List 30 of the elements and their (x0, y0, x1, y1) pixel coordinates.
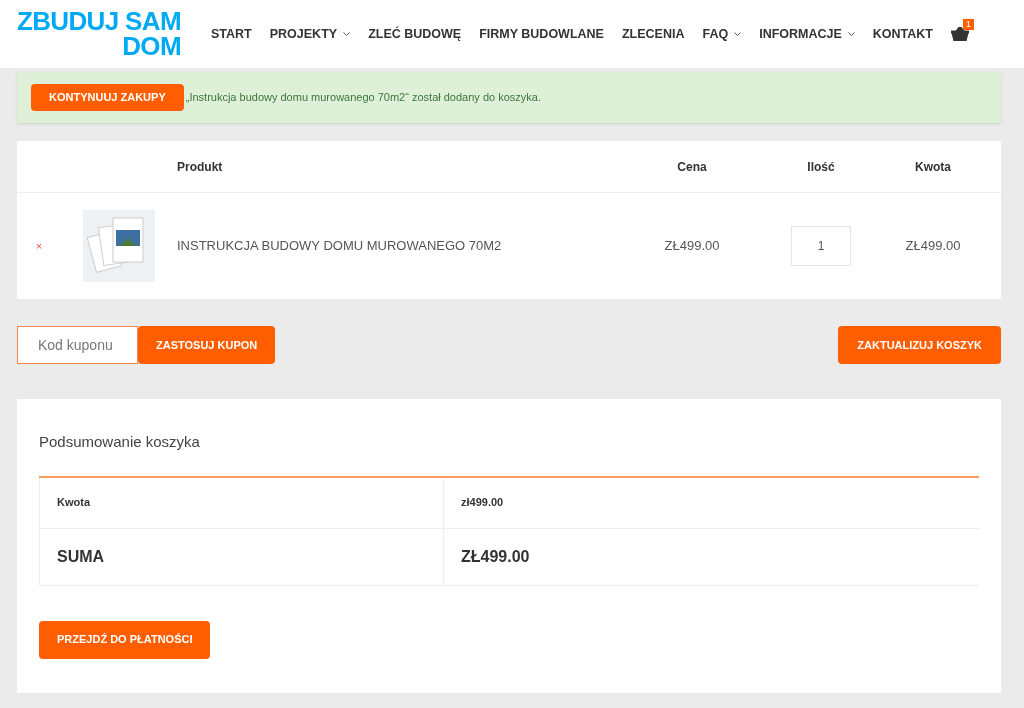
column-header: Ilość (806, 158, 836, 176)
chevron-down-icon (847, 31, 855, 37)
product-name[interactable]: INSTRUKCJA BUDOWY DOMU MUROWANEGO 70M2 (177, 236, 607, 256)
chevron-down-icon (343, 31, 351, 37)
nav-link[interactable]: ZLECENIA (621, 24, 685, 44)
totals-value: zł499.00 (460, 495, 505, 511)
totals-value: ZŁ499.00 (460, 546, 531, 567)
coupon-code-field[interactable]: Kod kuponu (17, 326, 138, 364)
nav-link[interactable]: ZLEĆ BUDOWĘ (368, 24, 462, 44)
product-thumbnail (83, 210, 155, 282)
totals-label: SUMA (40, 528, 444, 585)
remove-item-button[interactable]: × (17, 237, 61, 255)
quantity-field[interactable]: 1 (791, 226, 851, 266)
nav-link[interactable]: FAQ (702, 24, 742, 44)
column-header: Kwota (914, 158, 952, 176)
notice-message: „Instrukcja budowy domu murowanego 70m2“ został dodany do koszyka. (185, 90, 541, 106)
nav-link[interactable]: INFORMACJE (759, 24, 855, 44)
column-header: Produkt (177, 158, 224, 176)
nav-link[interactable]: KONTAKT (872, 24, 933, 44)
cart-count-badge: 1 (963, 19, 974, 30)
nav-link[interactable]: START (211, 24, 252, 44)
basket-icon (951, 27, 969, 41)
product-subtotal: ZŁ499.00 (904, 237, 962, 256)
column-header: Cena (676, 158, 708, 176)
nav-link[interactable]: FIRMY BUDOWLANE (479, 24, 604, 44)
nav-link[interactable]: PROJEKTY (269, 24, 351, 44)
totals-label: Kwota (40, 477, 444, 528)
chevron-down-icon (734, 31, 742, 37)
cart-totals-title: Podsumowanie koszyka (39, 432, 201, 452)
product-price: ZŁ499.00 (663, 237, 721, 256)
